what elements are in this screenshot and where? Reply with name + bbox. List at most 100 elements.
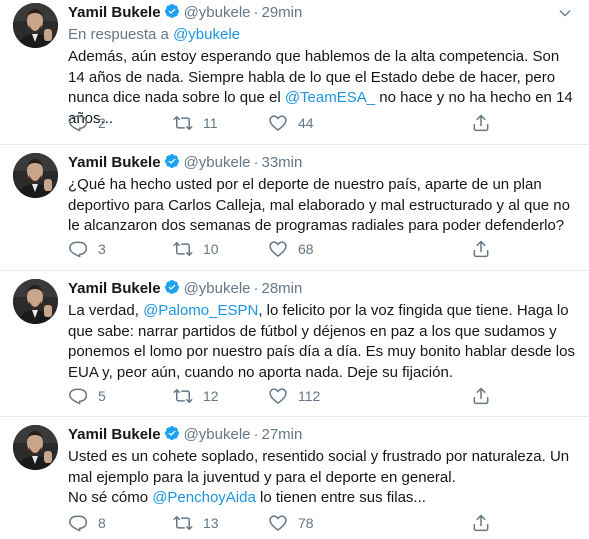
like-icon [268, 513, 288, 533]
like-icon [268, 386, 288, 406]
retweet-button[interactable]: 11 [173, 113, 218, 133]
tweet-header: Yamil Bukele @ybukele · 29min [68, 3, 577, 23]
author-handle[interactable]: @ybukele [184, 154, 251, 171]
separator-dot: · [253, 280, 259, 297]
separator-dot: · [253, 426, 259, 443]
tweet[interactable]: Yamil Bukele @ybukele · 33min ¿Qué ha hecho… [0, 145, 589, 271]
tweet[interactable]: Yamil Bukele @ybukele · 28min La verdad, @P… [0, 271, 589, 417]
tweet-text-part: La verdad, [68, 302, 144, 319]
reply-count: 8 [98, 515, 106, 531]
share-icon [471, 386, 491, 406]
tweet-header: Yamil Bukele @ybukele · 27min [68, 425, 577, 445]
profile-photo [13, 3, 58, 48]
author-handle[interactable]: @ybukele [184, 4, 251, 21]
retweet-icon [173, 239, 193, 259]
author-name[interactable]: Yamil Bukele [68, 154, 161, 171]
tweet-header: Yamil Bukele @ybukele · 28min [68, 279, 577, 299]
tweet-text: La verdad, @Palomo_ESPN, lo felicito por… [68, 301, 577, 383]
retweet-button[interactable]: 10 [173, 239, 219, 259]
tweet-actions: 5 12 112 [68, 386, 498, 406]
reply-icon [68, 513, 88, 533]
reply-prefix: En respuesta a [68, 26, 174, 43]
timeline: Yamil Bukele @ybukele · 29min En respuesta … [0, 0, 589, 539]
retweet-button[interactable]: 13 [173, 513, 219, 533]
reply-handle-link[interactable]: @ybukele [173, 26, 240, 43]
reply-button[interactable]: 8 [68, 513, 106, 533]
retweet-count: 10 [203, 241, 219, 257]
retweet-button[interactable]: 12 [173, 386, 219, 406]
like-count: 44 [298, 115, 314, 131]
share-button[interactable] [471, 113, 491, 133]
share-button[interactable] [471, 513, 491, 533]
tweet[interactable]: Yamil Bukele @ybukele · 29min En respuesta … [0, 0, 589, 145]
tweet-text-part: Usted es un cohete soplado, resentido so… [68, 448, 570, 486]
mention-link[interactable]: @PenchoyAida [152, 489, 256, 506]
like-button[interactable]: 112 [268, 386, 320, 406]
reply-icon [68, 386, 88, 406]
separator-dot: · [253, 4, 259, 21]
share-button[interactable] [471, 239, 491, 259]
like-icon [268, 113, 288, 133]
avatar[interactable] [13, 425, 58, 470]
tweet-text-part: ¿Qué ha hecho usted por el deporte de nu… [68, 176, 570, 234]
profile-photo [13, 153, 58, 198]
tweet-actions: 8 13 78 [68, 513, 498, 533]
reply-button[interactable]: 3 [68, 239, 106, 259]
share-button[interactable] [471, 386, 491, 406]
author-name[interactable]: Yamil Bukele [68, 280, 161, 297]
reply-count: 5 [98, 388, 106, 404]
verified-badge-icon [164, 3, 180, 19]
verified-badge-icon [164, 153, 180, 169]
timestamp[interactable]: 28min [262, 280, 303, 297]
tweet-text-part: lo tienen entre sus filas... [255, 489, 426, 506]
like-button[interactable]: 44 [268, 113, 314, 133]
reply-count: 2 [98, 115, 106, 131]
avatar[interactable] [13, 153, 58, 198]
tweet[interactable]: Yamil Bukele @ybukele · 27min Usted es un c… [0, 417, 589, 539]
tweet-header: Yamil Bukele @ybukele · 33min [68, 153, 577, 173]
like-count: 78 [298, 515, 314, 531]
retweet-icon [173, 113, 193, 133]
reply-count: 3 [98, 241, 106, 257]
author-name[interactable]: Yamil Bukele [68, 4, 161, 21]
avatar[interactable] [13, 3, 58, 48]
mention-link[interactable]: @TeamESA_ [285, 89, 375, 106]
timestamp[interactable]: 29min [262, 4, 303, 21]
author-name[interactable]: Yamil Bukele [68, 426, 161, 443]
chevron-down-icon[interactable] [557, 5, 573, 21]
tweet-actions: 2 11 44 [68, 113, 498, 133]
retweet-icon [173, 513, 193, 533]
reply-context: En respuesta a @ybukele [68, 25, 577, 45]
retweet-icon [173, 386, 193, 406]
reply-icon [68, 113, 88, 133]
like-button[interactable]: 68 [268, 239, 314, 259]
profile-photo [13, 425, 58, 470]
retweet-count: 13 [203, 515, 219, 531]
like-count: 112 [298, 388, 321, 404]
tweet-actions: 3 10 68 [68, 239, 498, 259]
like-icon [268, 239, 288, 259]
retweet-count: 12 [203, 388, 219, 404]
reply-icon [68, 239, 88, 259]
verified-badge-icon [164, 425, 180, 441]
profile-photo [13, 279, 58, 324]
reply-button[interactable]: 2 [68, 113, 106, 133]
tweet-text-part: No sé cómo [68, 489, 153, 506]
share-icon [471, 239, 491, 259]
author-handle[interactable]: @ybukele [184, 426, 251, 443]
timestamp[interactable]: 27min [262, 426, 303, 443]
avatar[interactable] [13, 279, 58, 324]
tweet-text: ¿Qué ha hecho usted por el deporte de nu… [68, 175, 577, 237]
mention-link[interactable]: @Palomo_ESPN [143, 302, 258, 319]
share-icon [471, 113, 491, 133]
timestamp[interactable]: 33min [262, 154, 303, 171]
like-button[interactable]: 78 [268, 513, 314, 533]
share-icon [471, 513, 491, 533]
author-handle[interactable]: @ybukele [184, 280, 251, 297]
retweet-count: 11 [203, 115, 218, 131]
like-count: 68 [298, 241, 314, 257]
reply-button[interactable]: 5 [68, 386, 106, 406]
separator-dot: · [253, 154, 259, 171]
verified-badge-icon [164, 279, 180, 295]
tweet-text: Usted es un cohete soplado, resentido so… [68, 447, 577, 509]
